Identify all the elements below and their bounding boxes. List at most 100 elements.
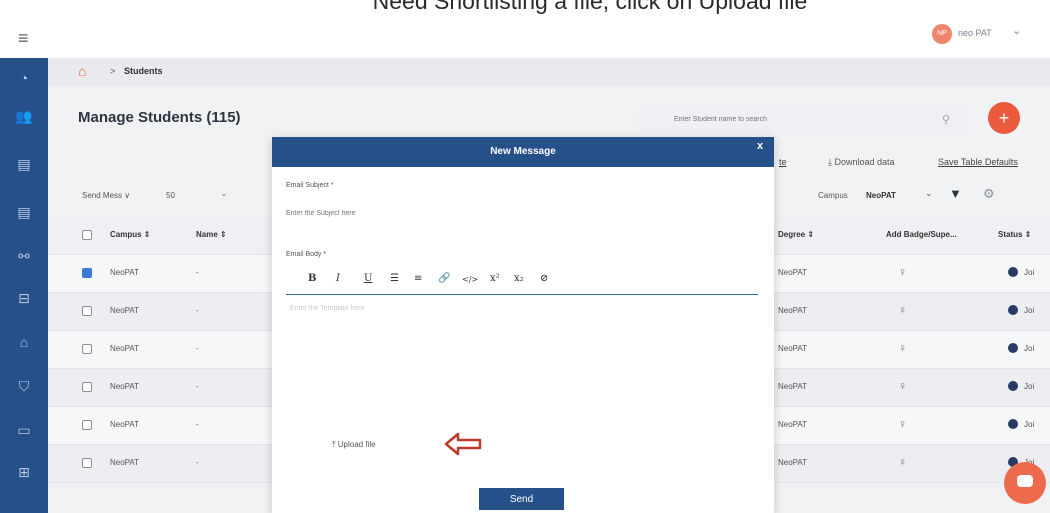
header-add-badge: Add Badge/Supe... <box>886 230 957 239</box>
breadcrumb-current[interactable]: Students <box>124 66 163 76</box>
row-checkbox[interactable] <box>82 458 92 468</box>
upload-file-link[interactable]: ⤒ Upload file <box>332 440 376 450</box>
search-icon[interactable]: ⚲ <box>942 113 950 126</box>
cell-name: - <box>196 268 199 277</box>
badge-icon[interactable]: ♀ <box>898 379 907 393</box>
campus-filter-label: Campus <box>818 191 848 200</box>
new-message-modal: New Message x Email Subject * Email Body… <box>272 137 774 513</box>
cell-status: Joi <box>1024 306 1035 315</box>
unordered-list-icon[interactable]: ≡ <box>414 273 422 284</box>
row-checkbox[interactable] <box>82 382 92 392</box>
underline-icon[interactable]: U <box>364 273 372 284</box>
italic-icon[interactable]: I <box>336 273 340 284</box>
download-data-link[interactable]: ⤓ Download data <box>828 157 895 168</box>
network-icon[interactable]: ⚯ <box>14 246 34 266</box>
status-dot <box>1008 419 1018 429</box>
select-all-checkbox[interactable] <box>82 230 92 240</box>
cell-campus: NeoPAT <box>110 306 140 315</box>
document-icon[interactable]: ▤ <box>14 154 34 174</box>
bold-icon[interactable]: B <box>308 273 316 284</box>
chat-icon[interactable] <box>1004 462 1046 504</box>
cell-status: Joi <box>1024 420 1035 429</box>
status-dot <box>1008 381 1018 391</box>
badge-icon[interactable]: ♀ <box>898 265 907 279</box>
avatar[interactable]: NP <box>932 24 952 44</box>
row-checkbox[interactable] <box>82 268 92 278</box>
arrow-left-icon <box>444 432 482 456</box>
menu-icon[interactable]: ≡ <box>18 28 29 49</box>
store-icon[interactable]: ⊞ <box>14 462 34 482</box>
gear-icon[interactable]: ⚙ <box>983 186 995 202</box>
header-degree[interactable]: Degree ⇕ <box>778 230 814 239</box>
row-checkbox[interactable] <box>82 306 92 316</box>
badge-icon[interactable]: ♀ <box>898 303 907 317</box>
cell-campus: NeoPAT <box>110 344 140 353</box>
code-icon[interactable]: </> <box>462 275 478 284</box>
cell-name: - <box>196 306 199 315</box>
cell-degree: NeoPAT <box>778 420 808 429</box>
header-status[interactable]: Status ⇕ <box>998 230 1031 239</box>
breadcrumb: ⌂ > Students <box>48 58 1050 86</box>
clear-format-icon[interactable]: ⊘ <box>540 273 548 284</box>
cell-degree: NeoPAT <box>778 268 808 277</box>
chevron-down-icon[interactable]: ⌄ <box>925 188 933 199</box>
header-name[interactable]: Name ⇕ <box>196 230 227 239</box>
header-campus[interactable]: Campus ⇕ <box>110 230 151 239</box>
email-body-label: Email Body * <box>286 251 327 258</box>
inbox-icon[interactable]: ⊟ <box>14 288 34 308</box>
email-subject-label: Email Subject * <box>286 182 334 189</box>
message-icon[interactable]: ▭ <box>14 420 34 440</box>
badge-icon[interactable]: ♀ <box>898 417 907 431</box>
send-message-select[interactable]: Send Mess ∨ <box>82 191 130 200</box>
chevron-down-icon[interactable]: ⌄ <box>220 188 228 199</box>
cell-degree: NeoPAT <box>778 382 808 391</box>
chevron-down-icon[interactable]: ⌄ <box>1012 24 1021 37</box>
close-icon[interactable]: x <box>757 140 763 152</box>
send-button[interactable]: Send <box>479 488 564 510</box>
badge-icon[interactable]: ♀ <box>898 455 907 469</box>
status-dot <box>1008 343 1018 353</box>
modal-title: New Message <box>490 146 556 157</box>
cell-status: Joi <box>1024 268 1035 277</box>
ordered-list-icon[interactable]: ☰ <box>390 273 399 284</box>
dashboard-icon[interactable]: ◔ <box>14 68 34 88</box>
cell-name: - <box>196 382 199 391</box>
save-table-defaults-link[interactable]: Save Table Defaults <box>938 157 1018 167</box>
cell-name: - <box>196 344 199 353</box>
link-icon[interactable]: 🔗 <box>438 273 450 284</box>
home-icon[interactable]: ⌂ <box>78 63 86 79</box>
row-checkbox[interactable] <box>82 344 92 354</box>
rich-text-toolbar: B I U ☰ ≡ 🔗 </> x² x₂ ⊘ <box>286 269 758 295</box>
toolbar-link-partial[interactable]: te <box>779 157 787 167</box>
shield-icon[interactable]: ⛉ <box>14 376 34 396</box>
sidebar: ◔ 👥 ▤ ▤ ⚯ ⊟ ⌂ ⛉ ▭ ⊞ <box>0 58 48 513</box>
page-title: Manage Students (115) <box>78 109 241 126</box>
cell-name: - <box>196 420 199 429</box>
status-dot <box>1008 267 1018 277</box>
search-input[interactable] <box>638 105 968 133</box>
cell-degree: NeoPAT <box>778 344 808 353</box>
add-student-button[interactable]: + <box>988 102 1020 134</box>
filter-icon[interactable]: ▼ <box>949 186 962 201</box>
badge-icon[interactable]: ♀ <box>898 341 907 355</box>
email-body-field[interactable]: Enter the Template here <box>286 301 758 441</box>
cell-campus: NeoPAT <box>110 382 140 391</box>
status-dot <box>1008 305 1018 315</box>
report-icon[interactable]: ▤ <box>14 202 34 222</box>
instruction-caption: Need Shortlisting a file, click on Uploa… <box>372 0 808 14</box>
subscript-icon[interactable]: x₂ <box>514 273 524 284</box>
cell-status: Joi <box>1024 382 1035 391</box>
per-page-select[interactable]: 50 <box>166 191 175 200</box>
superscript-icon[interactable]: x² <box>490 273 500 284</box>
cell-degree: NeoPAT <box>778 458 808 467</box>
students-icon[interactable]: 👥 <box>14 106 34 126</box>
building-icon[interactable]: ⌂ <box>14 332 34 352</box>
campus-filter-select[interactable]: NeoPAT <box>866 191 896 200</box>
cell-name: - <box>196 458 199 467</box>
modal-header: New Message x <box>272 137 774 167</box>
user-name[interactable]: neo PAT <box>958 28 992 38</box>
email-subject-field[interactable] <box>286 205 756 221</box>
top-bar: ≡ NP neo PAT ⌄ <box>0 18 1050 56</box>
cell-campus: NeoPAT <box>110 458 140 467</box>
row-checkbox[interactable] <box>82 420 92 430</box>
